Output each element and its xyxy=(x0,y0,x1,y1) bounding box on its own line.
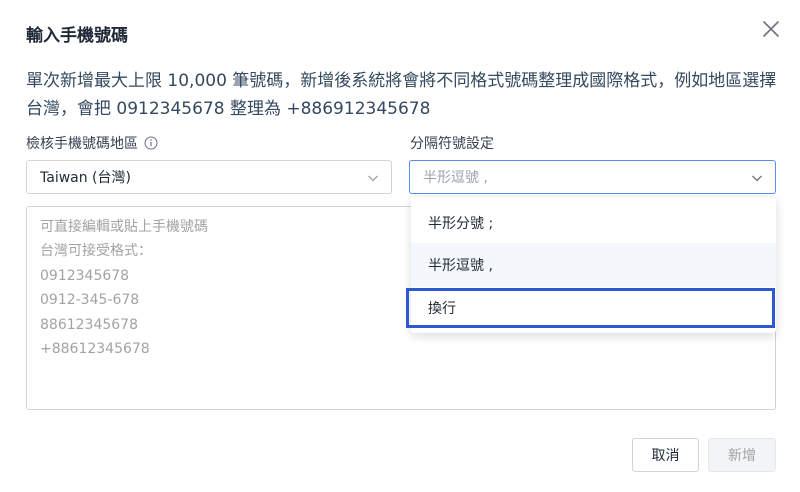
region-field-label: 檢核手機號碼地區 xyxy=(26,133,158,153)
textarea-placeholder-line: +88612345678 xyxy=(40,341,150,358)
separator-field-label: 分隔符號設定 xyxy=(410,136,494,152)
separator-select[interactable]: 半形逗號 , xyxy=(409,160,776,194)
dropdown-option-newline[interactable]: 換行 xyxy=(406,288,775,328)
close-icon xyxy=(763,21,779,37)
dropdown-option-comma[interactable]: 半形逗號 , xyxy=(411,243,776,287)
dropdown-option-semicolon[interactable]: 半形分號 ; xyxy=(411,201,776,245)
close-button[interactable] xyxy=(760,18,782,40)
info-icon[interactable] xyxy=(144,136,158,150)
chevron-down-icon xyxy=(752,175,762,182)
region-select-value: Taiwan (台灣) xyxy=(40,170,131,186)
cancel-button[interactable]: 取消 xyxy=(632,438,699,472)
separator-dropdown-menu: 半形分號 ; 半形逗號 , 換行 xyxy=(406,197,776,333)
add-button[interactable]: 新增 xyxy=(708,438,776,472)
chevron-down-icon xyxy=(368,175,378,182)
dialog-description: 單次新增最大上限 10,000 筆號碼，新增後系統將會將不同格式號碼整理成國際格… xyxy=(26,71,777,119)
region-select[interactable]: Taiwan (台灣) xyxy=(26,160,392,194)
dialog-title: 輸入手機號碼 xyxy=(26,26,128,46)
separator-select-placeholder: 半形逗號 , xyxy=(423,170,488,186)
phone-input-dialog: 輸入手機號碼 單次新增最大上限 10,000 筆號碼，新增後系統將會將不同格式號… xyxy=(0,0,800,492)
region-label-text: 檢核手機號碼地區 xyxy=(26,136,138,152)
